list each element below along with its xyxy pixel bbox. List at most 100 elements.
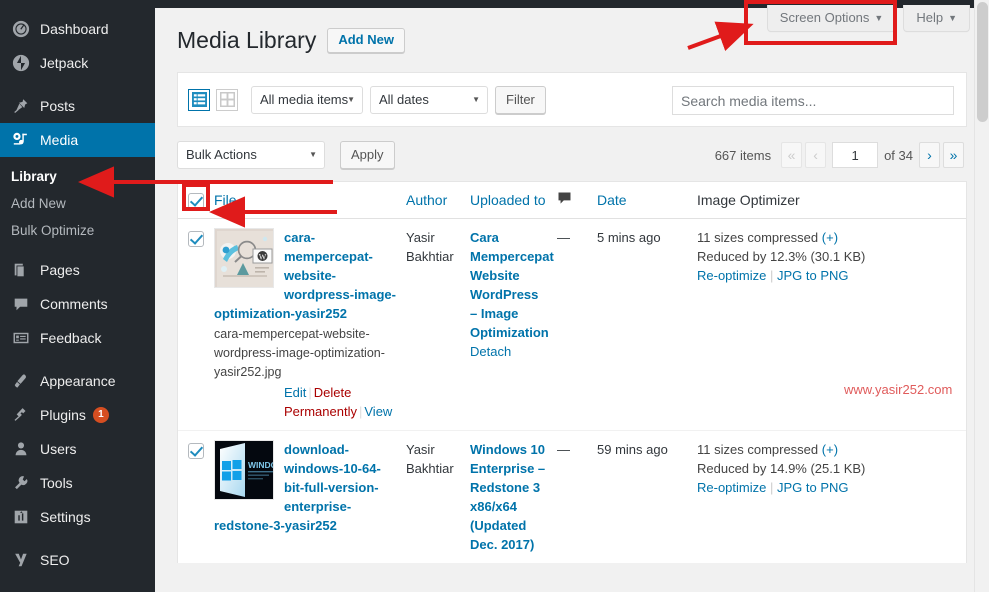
comments-cell: —: [557, 218, 597, 431]
media-type-select[interactable]: All media items ▼: [251, 85, 363, 114]
sidebar-item-comments[interactable]: Comments: [0, 287, 155, 321]
re-optimize-link[interactable]: Re-optimize: [697, 268, 766, 283]
page-title: Media Library: [177, 27, 317, 53]
total-pages-label: of 34: [884, 147, 913, 163]
expand-sizes-link[interactable]: (+): [822, 230, 838, 245]
file-cell: WINDOWS download-windows-10-64-bit-full-…: [214, 430, 406, 563]
edit-link[interactable]: Edit: [284, 385, 306, 400]
date-value: All dates: [379, 91, 429, 107]
sidebar-item-label: SEO: [40, 552, 70, 568]
media-table: File Author Uploaded to Date Image Optim…: [178, 182, 966, 563]
jpg-to-png-link[interactable]: JPG to PNG: [777, 268, 849, 283]
admin-sidebar: Dashboard Jetpack Posts Media Library Ad…: [0, 0, 155, 592]
illustration-thumbnail[interactable]: W: [214, 228, 274, 288]
sidebar-item-jetpack[interactable]: Jetpack: [0, 46, 155, 80]
row-checkbox[interactable]: [188, 442, 204, 459]
sizes-compressed-text: 11 sizes compressed: [697, 442, 819, 457]
column-header-uploaded-to[interactable]: Uploaded to: [470, 182, 557, 219]
last-page-button[interactable]: »: [943, 142, 964, 168]
re-optimize-link[interactable]: Re-optimize: [697, 480, 766, 495]
date-select[interactable]: All dates ▼: [370, 85, 488, 114]
uploaded-to-link[interactable]: Windows 10 Enterprise – Redstone 3 x86/x…: [470, 442, 545, 552]
file-name: cara-mempercepat-website-wordpress-image…: [214, 327, 385, 379]
items-count: 667 items: [714, 147, 772, 163]
sidebar-item-pages[interactable]: Pages: [0, 253, 155, 287]
seo-icon: [11, 550, 31, 570]
table-header-row: File Author Uploaded to Date Image Optim…: [178, 182, 966, 219]
expand-sizes-link[interactable]: (+): [822, 442, 838, 457]
page-scrollbar[interactable]: [974, 0, 989, 592]
sidebar-item-label: Settings: [40, 509, 91, 525]
sizes-compressed-text: 11 sizes compressed: [697, 230, 819, 245]
screen-options-button[interactable]: Screen Options ▼: [766, 5, 897, 32]
screen-options-label: Screen Options: [779, 10, 870, 25]
pin-icon: [11, 96, 31, 116]
date-cell: 59 mins ago: [597, 430, 697, 563]
column-header-author[interactable]: Author: [406, 182, 470, 219]
column-header-date[interactable]: Date: [597, 182, 697, 219]
row-checkbox[interactable]: [188, 230, 204, 247]
scrollbar-thumb[interactable]: [977, 2, 988, 122]
uploaded-to-link[interactable]: Cara Mempercepat Website WordPress – Ima…: [470, 230, 554, 340]
sidebar-item-media[interactable]: Media: [0, 123, 155, 157]
author-cell[interactable]: Yasir Bakhtiar: [406, 430, 470, 563]
sidebar-item-label: Dashboard: [40, 21, 109, 37]
sidebar-item-tools[interactable]: Tools: [0, 466, 155, 500]
media-table-head: File Author Uploaded to Date Image Optim…: [178, 182, 966, 219]
chevron-down-icon: ▼: [874, 13, 884, 23]
view-link[interactable]: View: [364, 404, 392, 419]
sidebar-item-users[interactable]: Users: [0, 432, 155, 466]
select-all-checkbox[interactable]: [188, 192, 204, 209]
sidebar-item-bulk-optimize[interactable]: Bulk Optimize: [0, 217, 155, 244]
column-header-file[interactable]: File: [214, 182, 406, 219]
sidebar-item-label: Comments: [40, 296, 108, 312]
jpg-to-png-link[interactable]: JPG to PNG: [777, 480, 849, 495]
column-header-comments[interactable]: [557, 182, 597, 219]
add-new-button[interactable]: Add New: [327, 28, 405, 53]
table-row: W cara-mempercepat-website-wordpress-ima: [178, 218, 966, 431]
sidebar-item-seo[interactable]: SEO: [0, 543, 155, 577]
windows-thumbnail[interactable]: WINDOWS: [214, 440, 274, 500]
help-button[interactable]: Help ▼: [903, 5, 970, 32]
comments-cell: —: [557, 430, 597, 563]
sidebar-item-appearance[interactable]: Appearance: [0, 364, 155, 398]
sidebar-item-feedback[interactable]: Feedback: [0, 321, 155, 355]
sizes-compressed-line: 11 sizes compressed (+): [697, 440, 958, 459]
media-table-container: File Author Uploaded to Date Image Optim…: [177, 181, 967, 563]
table-nav-top: Bulk Actions ▼ Apply 667 items « ‹ of 34…: [177, 139, 967, 171]
feedback-icon: [11, 328, 31, 348]
image-optimizer-cell: 11 sizes compressed (+) Reduced by 12.3%…: [697, 218, 966, 431]
uploaded-to-cell: Cara Mempercepat Website WordPress – Ima…: [470, 218, 557, 431]
chevron-down-icon: ▼: [948, 13, 957, 23]
sidebar-item-plugins[interactable]: Plugins 1: [0, 398, 155, 432]
media-filter-bar: All media items ▼ All dates ▼ Filter: [177, 72, 967, 127]
sidebar-item-label: Users: [40, 441, 77, 457]
filter-button[interactable]: Filter: [495, 85, 546, 114]
sidebar-item-add-new[interactable]: Add New: [0, 190, 155, 217]
date-cell: 5 mins ago: [597, 218, 697, 431]
sidebar-item-library[interactable]: Library: [0, 163, 155, 190]
sidebar-item-dashboard[interactable]: Dashboard: [0, 12, 155, 46]
media-type-value: All media items: [260, 91, 349, 107]
current-page-input[interactable]: [832, 142, 879, 168]
main-content: Screen Options ▼ Help ▼ Media Library Add …: [155, 0, 989, 592]
detach-link[interactable]: Detach: [470, 344, 511, 359]
svg-text:WINDOWS: WINDOWS: [248, 460, 274, 470]
author-cell[interactable]: Yasir Bakhtiar: [406, 218, 470, 431]
apply-button[interactable]: Apply: [340, 141, 395, 169]
sidebar-item-label: Jetpack: [40, 55, 89, 71]
bulk-actions-select[interactable]: Bulk Actions ▼: [177, 141, 325, 169]
sidebar-item-settings[interactable]: Settings: [0, 500, 155, 534]
grid-view-icon[interactable]: [216, 88, 238, 111]
row-actions: Edit | Delete Permanently | View: [284, 385, 393, 419]
list-view-icon[interactable]: [188, 88, 210, 111]
column-header-image-optimizer: Image Optimizer: [697, 182, 966, 219]
view-mode-toggle: [188, 88, 238, 111]
search-input[interactable]: [672, 86, 954, 115]
reduced-by-line: Reduced by 12.3% (30.1 KB): [697, 249, 866, 264]
next-page-button[interactable]: ›: [919, 142, 940, 168]
sidebar-item-label: Feedback: [40, 330, 102, 346]
tools-icon: [11, 473, 31, 493]
plugins-icon: [11, 405, 31, 425]
sidebar-item-posts[interactable]: Posts: [0, 89, 155, 123]
